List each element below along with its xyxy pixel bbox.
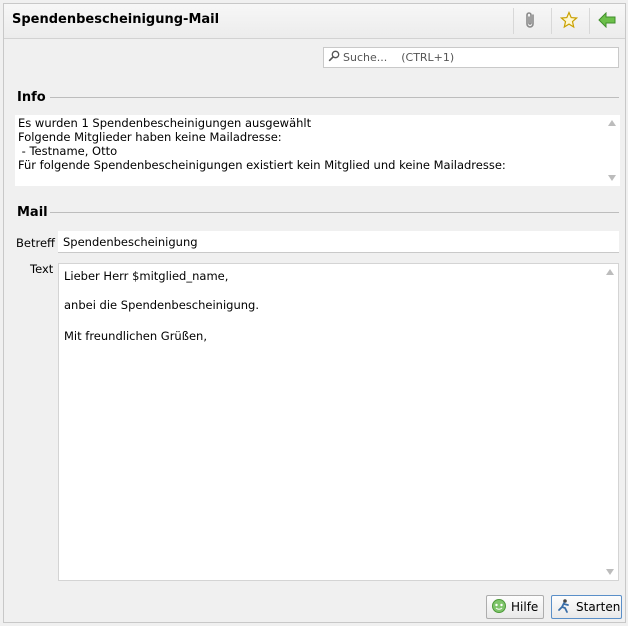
bookmark-button[interactable] bbox=[551, 8, 586, 34]
info-line: Für folgende Spendenbescheinigungen exis… bbox=[18, 158, 506, 172]
search-input[interactable] bbox=[340, 51, 613, 64]
help-button[interactable]: Hilfe bbox=[486, 595, 544, 619]
betreff-field[interactable] bbox=[58, 231, 619, 253]
betreff-input[interactable] bbox=[58, 231, 619, 253]
info-line: Es wurden 1 Spendenbescheinigungen ausge… bbox=[18, 116, 312, 130]
scroll-down-icon[interactable] bbox=[606, 569, 614, 575]
betreff-label: Betreff bbox=[16, 236, 55, 250]
info-scrollbar[interactable] bbox=[604, 115, 620, 186]
mail-text-line: Lieber Herr $mitglied_name, bbox=[64, 269, 229, 283]
info-line: Folgende Mitglieder haben keine Mailadre… bbox=[18, 130, 282, 144]
mail-text-area[interactable]: Lieber Herr $mitglied_name, anbei die Sp… bbox=[58, 263, 619, 581]
mail-text-line: anbei die Spendenbescheinigung. bbox=[64, 298, 259, 312]
info-separator bbox=[50, 97, 619, 98]
green-arrow-left-icon bbox=[598, 11, 616, 31]
text-label: Text bbox=[30, 262, 54, 276]
start-button-label: Starten bbox=[576, 600, 621, 614]
scroll-up-icon[interactable] bbox=[608, 120, 616, 126]
dialog-window: Spendenbescheinigung-Mail Suche... (CTRL… bbox=[3, 3, 626, 623]
start-button[interactable]: Starten bbox=[551, 595, 622, 619]
info-line: - Testname, Otto bbox=[18, 144, 118, 158]
info-group-title: Info bbox=[17, 90, 46, 105]
paperclip-icon bbox=[523, 11, 539, 32]
window-title: Spendenbescheinigung-Mail bbox=[12, 12, 220, 27]
mail-text-scrollbar[interactable] bbox=[602, 264, 618, 580]
help-icon bbox=[491, 598, 507, 617]
back-button[interactable] bbox=[589, 8, 624, 34]
mail-separator bbox=[50, 212, 619, 213]
attach-button[interactable] bbox=[513, 8, 548, 34]
scroll-down-icon[interactable] bbox=[608, 175, 616, 181]
run-icon bbox=[556, 598, 572, 617]
scroll-up-icon[interactable] bbox=[606, 269, 614, 275]
title-bar: Spendenbescheinigung-Mail bbox=[4, 4, 625, 39]
mail-group-title: Mail bbox=[17, 205, 48, 220]
star-icon bbox=[559, 10, 579, 32]
info-text-area[interactable]: Es wurden 1 Spendenbescheinigungen ausge… bbox=[15, 115, 620, 186]
help-button-label: Hilfe bbox=[511, 600, 539, 614]
search-icon bbox=[328, 50, 340, 65]
search-field[interactable] bbox=[323, 47, 619, 68]
mail-text-line: Mit freundlichen Grüßen, bbox=[64, 329, 207, 343]
